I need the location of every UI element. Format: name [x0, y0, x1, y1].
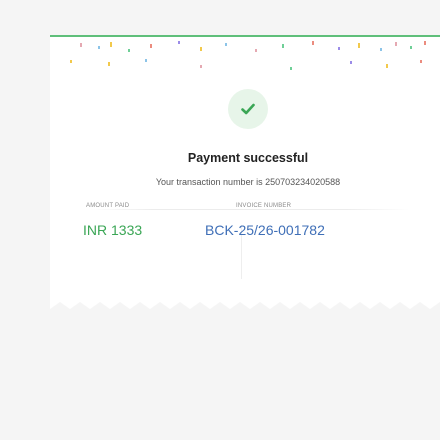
transaction-number: Your transaction number is 2507032340205…: [155, 177, 341, 187]
payment-status-title: Payment successful: [187, 151, 309, 165]
check-icon: [241, 103, 255, 115]
amount-paid-value: INR 1333: [83, 222, 143, 238]
invoice-number-value: BCK-25/26-001782: [205, 222, 325, 238]
amount-paid-label: AMOUNT PAID: [86, 203, 130, 209]
confetti-decoration: [70, 41, 426, 70]
section-divider: [90, 209, 410, 210]
receipt-zigzag-edge: [50, 294, 440, 309]
success-badge: [228, 89, 268, 129]
payment-receipt-card: Payment successful Your transaction numb…: [50, 35, 440, 300]
invoice-number-label: INVOICE NUMBER: [236, 203, 292, 209]
